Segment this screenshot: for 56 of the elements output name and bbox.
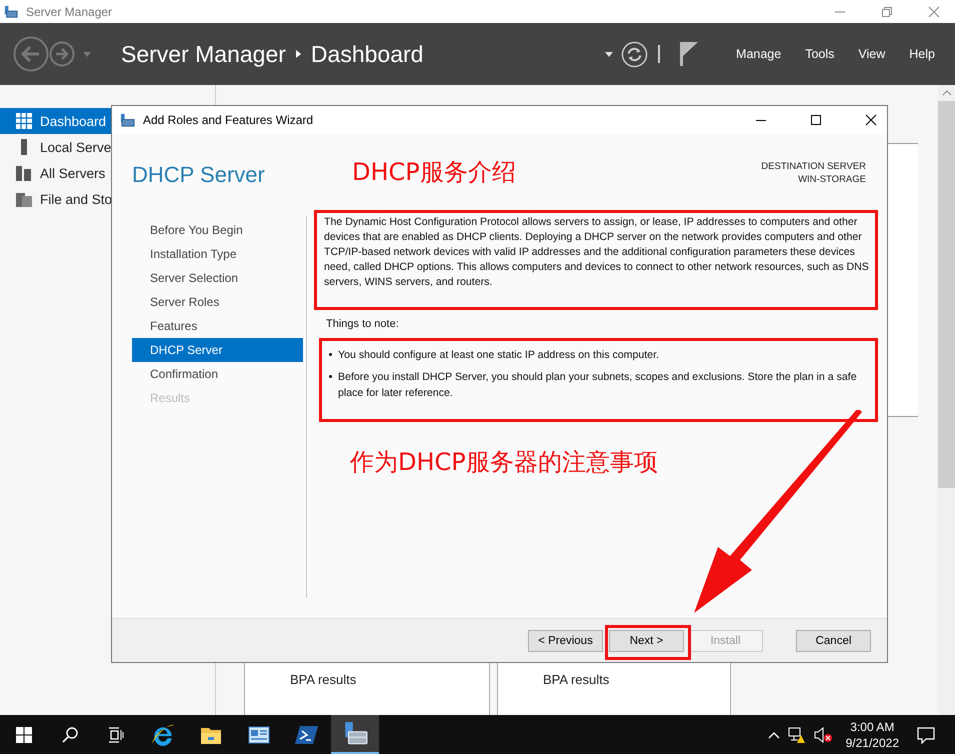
menu-item[interactable]: Manage [724,43,794,65]
wizard-button[interactable]: Next > [609,630,684,652]
wizard-button[interactable]: Cancel [796,630,871,652]
wizard-step[interactable]: Before You Begin [132,218,303,242]
maximize-icon[interactable] [810,114,822,126]
tile-label: BPA results [543,672,610,687]
servers-icon [16,165,32,181]
tile-label: BPA results [290,672,356,687]
wizard-icon [120,112,135,128]
nav-item[interactable]: Local Serve [0,134,215,160]
notification-icon[interactable] [917,726,935,744]
annotation-label: 作为DHCP服务器的注意事项 [350,447,658,478]
description-text: The Dynamic Host Configuration Protocol allows servers to assign, or lease, IP addresses to computers and other devices that are enabled as DHCP clients. Deploying a DHCP server on the network provides computers and other TCP/IP-based network devices with valid IP addresses and the additional configuration parameters these devices need, called DHCP options. This allows computers and devices to connect to other network resources, such as DNS servers, WINS servers, and routers. [324,215,869,290]
bullet-icon [329,353,332,356]
wizard-step[interactable]: Server Roles [132,290,303,314]
clock-date[interactable]: 9/21/2022 [846,734,899,750]
breadcrumb: Server Manager [121,40,286,68]
wizard-step[interactable]: DHCP Server [132,338,303,362]
wizard-step[interactable]: Features [132,314,303,338]
note-text: You should configure at least one static IP address on this computer. [338,348,659,363]
breadcrumb: Dashboard [310,40,424,68]
search-icon[interactable] [62,726,78,742]
scrollbar[interactable] [938,85,955,715]
folder-icon [16,191,32,207]
menu-item[interactable]: Help [897,43,947,65]
speaker-muted-icon[interactable] [814,726,832,744]
network-warning-icon[interactable] [788,726,806,744]
notes-heading: Things to note: [326,318,400,330]
flag-icon[interactable] [680,42,698,66]
wizard-step[interactable]: Confirmation [132,362,303,386]
destination-server: WIN-STORAGE [798,173,866,186]
page-heading: DHCP Server [132,162,265,188]
wizard-button[interactable]: < Previous [528,630,603,652]
chevron-icon [296,50,301,58]
wizard-step[interactable]: Installation Type [132,242,303,266]
taskbar-app[interactable] [331,715,379,754]
nav-item[interactable]: File and Sto [0,186,215,212]
note-text: Before you install DHCP Server, you should plan your subnets, scopes and exclusions. Store the plan in a safe place for later reference. [338,370,858,401]
task-view-icon[interactable] [108,726,124,742]
destination-server: DESTINATION SERVER [761,160,866,173]
annotation-label: DHCP服务介绍 [352,157,516,188]
chevron-up-icon[interactable] [768,730,780,738]
restore-icon[interactable] [881,6,893,18]
server-manager-icon [4,4,18,18]
window-title: Server Manager [26,4,112,18]
refresh-icon[interactable] [621,40,648,68]
menu-item[interactable]: View [846,43,898,65]
windows-icon[interactable] [16,726,32,742]
wizard-step[interactable]: Server Selection [132,266,303,290]
dropdown-icon[interactable] [605,52,614,56]
bullet-icon [329,375,332,378]
menu-item[interactable]: Tools [793,43,846,65]
grid-icon [16,113,32,129]
scroll-up-icon[interactable] [942,90,952,96]
close-icon[interactable] [865,114,877,126]
clock-time[interactable]: 3:00 AM [850,718,894,734]
